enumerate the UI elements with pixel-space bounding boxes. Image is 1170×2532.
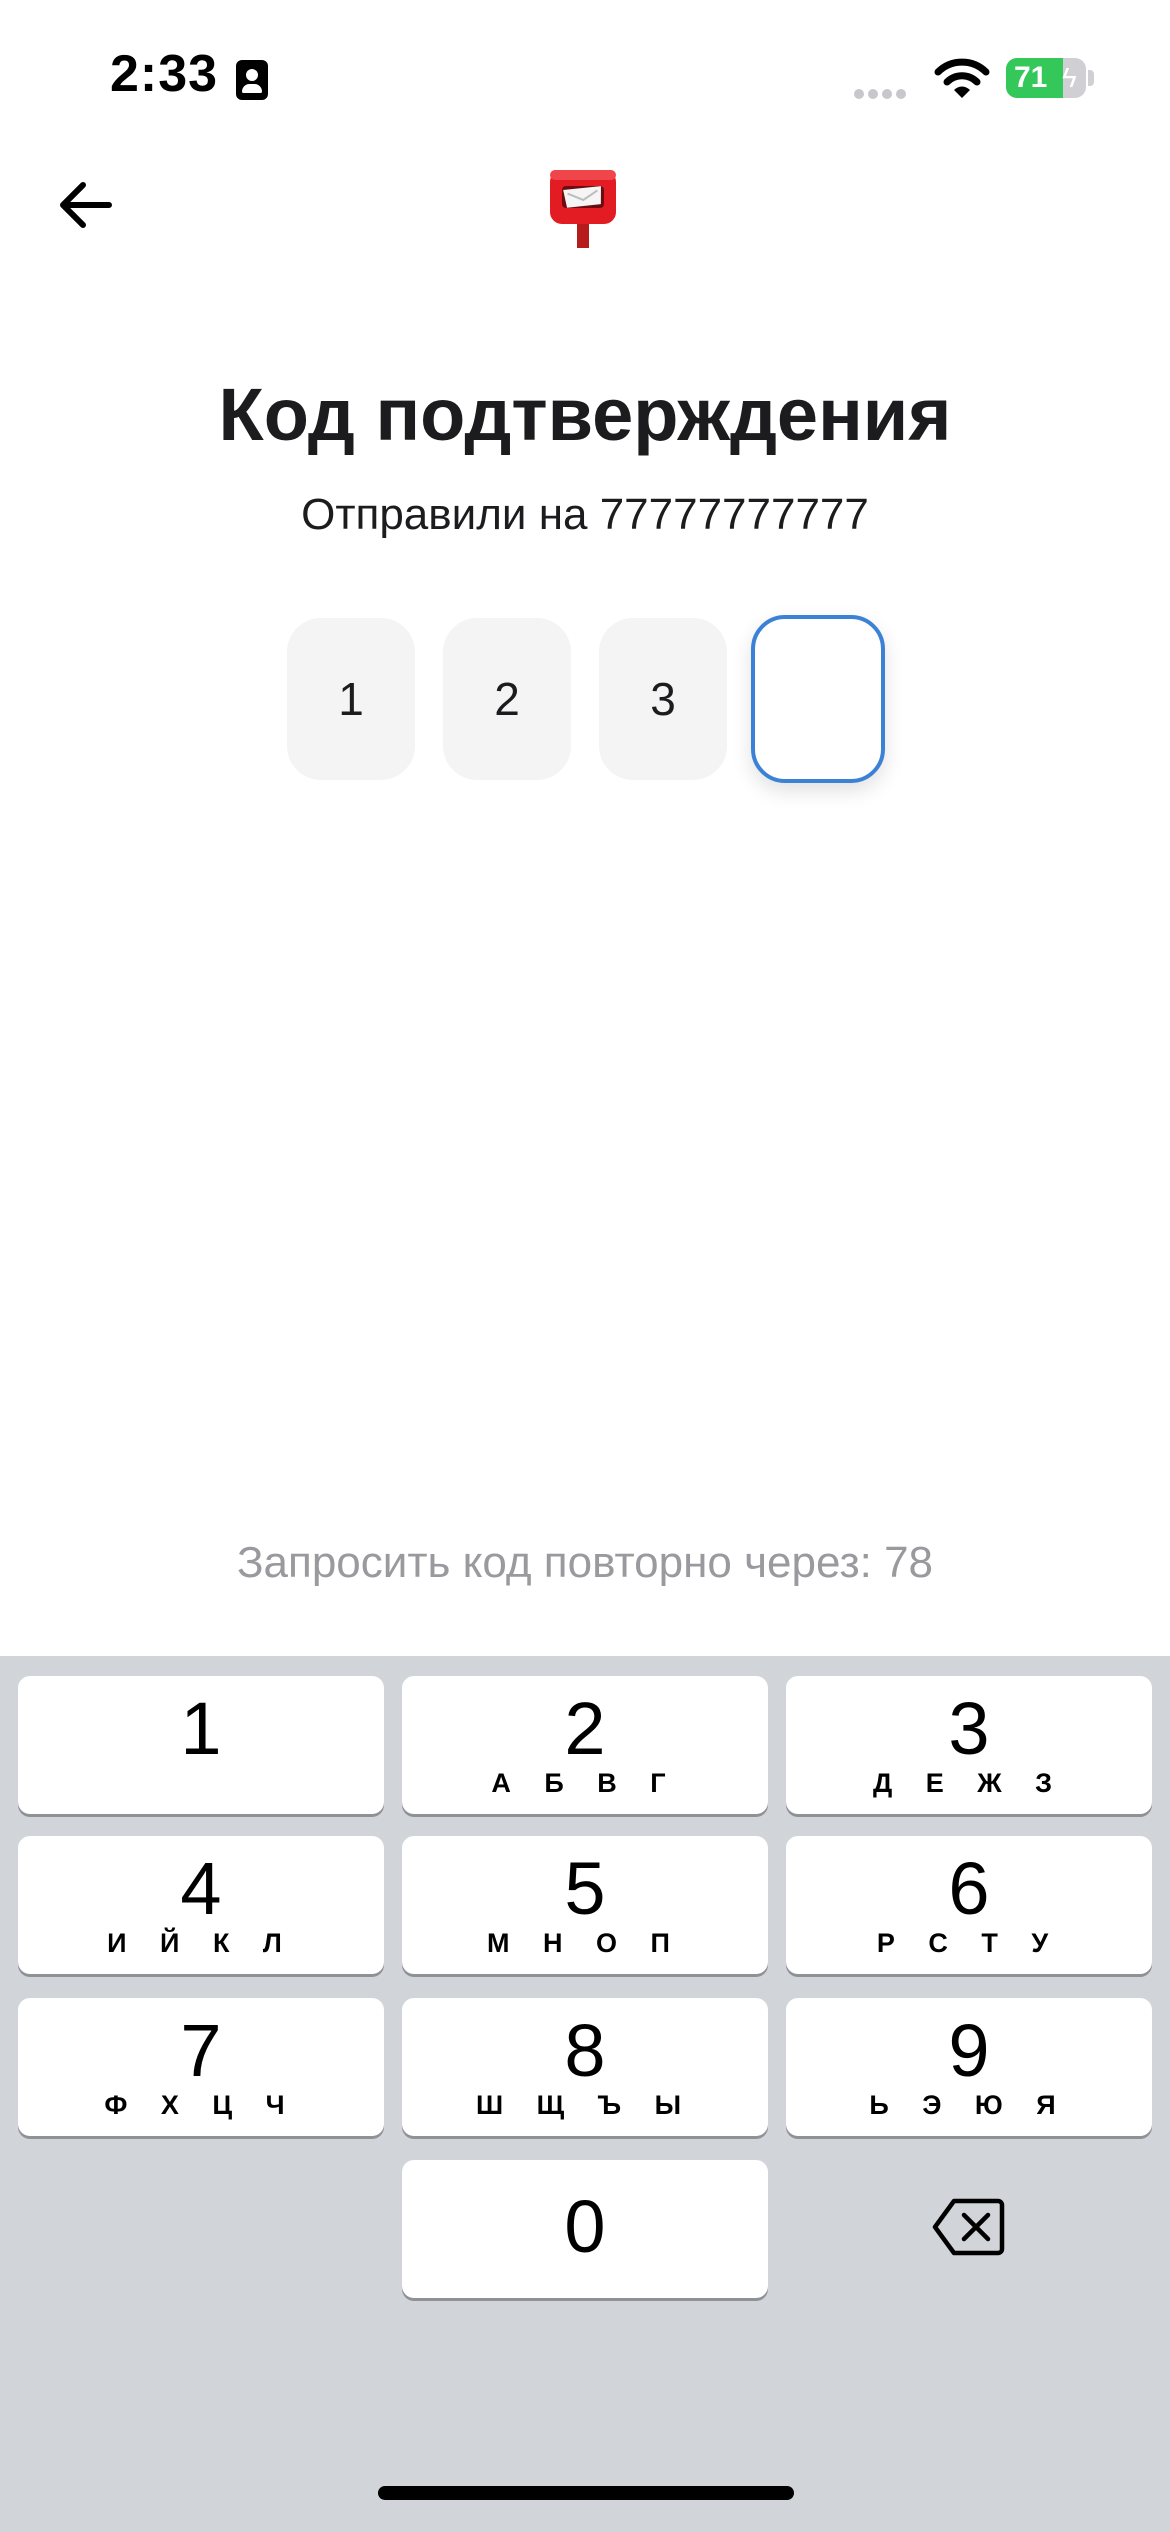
- page-title: Код подтверждения: [218, 373, 952, 456]
- key-digit: 1: [180, 1687, 222, 1770]
- key-2[interactable]: 2 А Б В Г: [402, 1676, 768, 1814]
- key-letters: Ь Э Ю Я: [869, 2090, 1069, 2120]
- key-0[interactable]: 0: [402, 2160, 768, 2298]
- battery-percent: 71: [1014, 61, 1048, 94]
- code-digit-1[interactable]: 1: [287, 618, 415, 780]
- code-digit-4[interactable]: [751, 615, 885, 783]
- key-5[interactable]: 5 М Н О П: [402, 1836, 768, 1974]
- key-3[interactable]: 3 Д Е Ж З: [786, 1676, 1152, 1814]
- key-digit: 2: [564, 1687, 606, 1770]
- bolt-icon: ϟ: [1062, 62, 1077, 93]
- back-button[interactable]: [50, 170, 120, 240]
- key-digit: 6: [948, 1847, 990, 1930]
- delete-key[interactable]: [786, 2158, 1152, 2296]
- key-digit: 0: [564, 2185, 606, 2268]
- backspace-icon: [932, 2198, 1005, 2256]
- key-8[interactable]: 8 Ш Щ Ъ Ы: [402, 1998, 768, 2136]
- key-letters: М Н О П: [487, 1928, 683, 1958]
- key-letters: А Б В Г: [491, 1768, 679, 1798]
- code-digit-3[interactable]: 3: [599, 618, 727, 780]
- key-1[interactable]: 1: [18, 1676, 384, 1814]
- arrow-left-icon: [60, 182, 112, 228]
- status-bar: 2:33 71 ϟ: [0, 0, 1170, 150]
- key-digit: 5: [564, 1847, 606, 1930]
- key-digit: 4: [180, 1847, 222, 1930]
- key-9[interactable]: 9 Ь Э Ю Я: [786, 1998, 1152, 2136]
- home-indicator[interactable]: [378, 2486, 794, 2500]
- key-6[interactable]: 6 Р С Т У: [786, 1836, 1152, 1974]
- key-digit: 3: [948, 1687, 990, 1770]
- key-digit: 7: [180, 2009, 222, 2092]
- wifi-icon: [934, 58, 990, 98]
- key-letters: Ф Х Ц Ч: [104, 2090, 298, 2120]
- contact-card-icon: [236, 60, 268, 100]
- battery-charging-icon: 71 ϟ: [1006, 58, 1086, 98]
- resend-code-timer: Запросить код повторно через: 78: [236, 1538, 934, 1587]
- code-digit-2[interactable]: 2: [443, 618, 571, 780]
- key-4[interactable]: 4 И Й К Л: [18, 1836, 384, 1974]
- signal-icon: [854, 86, 910, 104]
- key-letters: И Й К Л: [107, 1928, 295, 1958]
- sent-to-subtitle: Отправили на 77777777777: [301, 490, 869, 539]
- key-letters: Д Е Ж З: [872, 1768, 1066, 1798]
- key-letters: Ш Щ Ъ Ы: [475, 2090, 695, 2120]
- key-digit: 8: [564, 2009, 606, 2092]
- battery-cap: [1088, 70, 1094, 86]
- postbox-icon: [550, 170, 616, 248]
- key-7[interactable]: 7 Ф Х Ц Ч: [18, 1998, 384, 2136]
- key-letters: Р С Т У: [876, 1928, 1062, 1958]
- key-digit: 9: [948, 2009, 990, 2092]
- status-time: 2:33: [110, 45, 219, 103]
